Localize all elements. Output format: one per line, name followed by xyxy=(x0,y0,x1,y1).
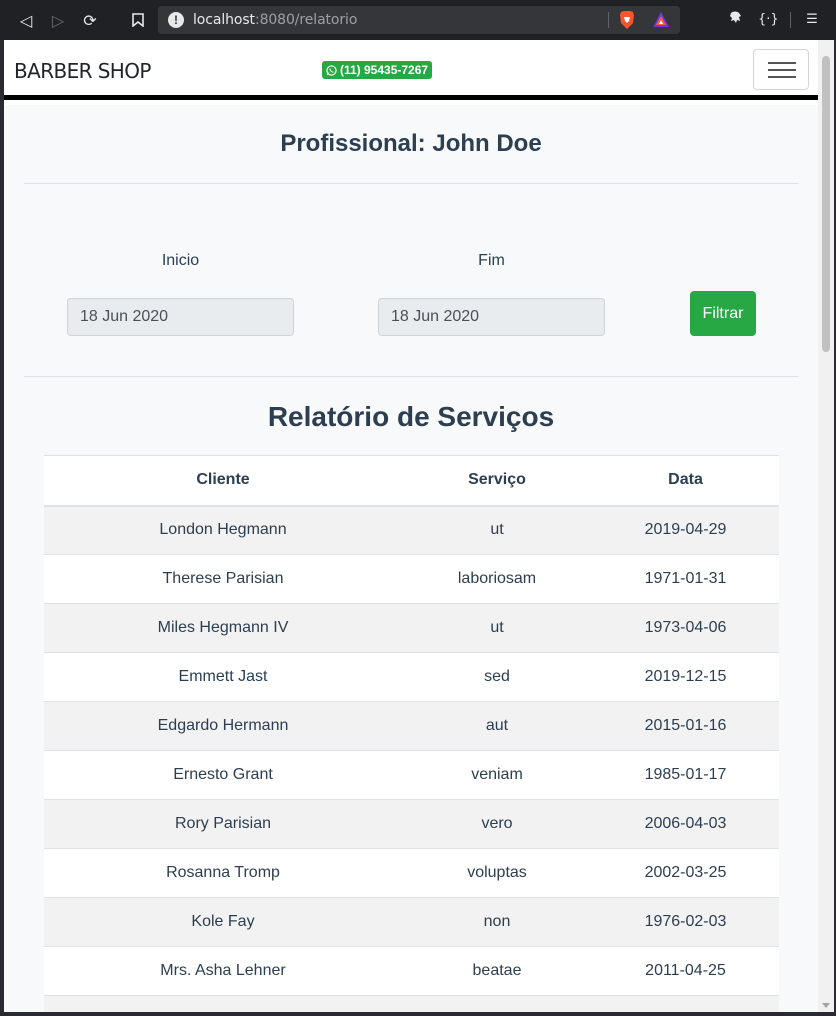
browser-toolbar: ◁ ▷ ⟳ ! localhost:8080/relatorio {·} ☰ xyxy=(0,0,836,40)
table-row: Emmett Jast sed 2019-12-15 xyxy=(44,652,779,702)
cell-data: 2011-04-25 xyxy=(592,946,779,996)
cell-cliente xyxy=(44,995,402,1012)
start-date-label: Inicio xyxy=(161,252,200,269)
table-row xyxy=(44,995,779,1012)
whatsapp-number: (11) 95435-7267 xyxy=(340,63,429,77)
cell-data: 1976-02-03 xyxy=(592,897,779,947)
address-bar[interactable]: ! localhost:8080/relatorio xyxy=(158,6,680,34)
cell-data xyxy=(592,995,779,1012)
main-content: Profissional: John Doe Inicio 18 Jun 202… xyxy=(4,105,818,1012)
cell-cliente: Kole Fay xyxy=(44,897,402,947)
end-date-label: Fim xyxy=(478,252,505,269)
navbar: BARBER SHOP (11) 95435-7267 xyxy=(4,40,818,100)
table-header-row: Cliente Serviço Data xyxy=(44,455,779,507)
cell-data: 2019-12-15 xyxy=(592,652,779,702)
cell-servico: laboriosam xyxy=(402,554,592,604)
bookmark-icon[interactable] xyxy=(126,8,150,32)
cell-data: 1971-01-31 xyxy=(592,554,779,604)
url-divider xyxy=(608,12,609,28)
table-row: Ernesto Grant veniam 1985-01-17 xyxy=(44,750,779,800)
cell-servico: beatae xyxy=(402,946,592,996)
table-row: Rosanna Tromp voluptas 2002-03-25 xyxy=(44,848,779,898)
cell-cliente: Rory Parisian xyxy=(44,799,402,849)
brand-title[interactable]: BARBER SHOP xyxy=(14,59,151,83)
professional-label: Profissional: xyxy=(280,130,426,157)
cell-data: 2019-04-29 xyxy=(592,505,779,555)
start-date-input[interactable]: 18 Jun 2020 xyxy=(67,298,294,336)
cell-cliente: Ernesto Grant xyxy=(44,750,402,800)
cell-servico: ut xyxy=(402,505,592,555)
site-info-icon[interactable]: ! xyxy=(168,12,184,28)
toolbar-divider xyxy=(790,12,791,28)
table-row: Therese Parisian laboriosam 1971-01-31 xyxy=(44,554,779,604)
url-text: localhost:8080/relatorio xyxy=(193,12,358,28)
cell-servico: non xyxy=(402,897,592,947)
cell-servico: aut xyxy=(402,701,592,751)
cell-servico: sed xyxy=(402,652,592,702)
scrollbar-thumb[interactable] xyxy=(822,56,830,352)
cell-cliente: London Hegmann xyxy=(44,505,402,555)
professional-name: John Doe xyxy=(432,130,542,157)
divider xyxy=(24,376,798,377)
cell-servico xyxy=(402,995,592,1012)
forward-icon[interactable]: ▷ xyxy=(46,8,70,32)
whatsapp-icon xyxy=(326,64,337,76)
cell-servico: ut xyxy=(402,603,592,653)
column-header-data: Data xyxy=(592,455,779,507)
back-icon[interactable]: ◁ xyxy=(14,8,38,32)
cell-cliente: Therese Parisian xyxy=(44,554,402,604)
json-extension-icon[interactable]: {·} xyxy=(758,10,779,30)
table-row: Edgardo Hermann aut 2015-01-16 xyxy=(44,701,779,751)
cell-data: 1985-01-17 xyxy=(592,750,779,800)
brave-rewards-icon[interactable] xyxy=(652,11,670,29)
filter-button[interactable]: Filtrar xyxy=(690,291,756,336)
cell-cliente: Emmett Jast xyxy=(44,652,402,702)
scroll-down-arrow-icon[interactable] xyxy=(822,1003,830,1008)
extension-icon[interactable] xyxy=(726,10,746,30)
cell-data: 1973-04-06 xyxy=(592,603,779,653)
divider xyxy=(24,183,798,184)
table-row: Rory Parisian vero 2006-04-03 xyxy=(44,799,779,849)
services-table: Cliente Serviço Data London Hegmann ut 2… xyxy=(44,455,779,1012)
cell-cliente: Rosanna Tromp xyxy=(44,848,402,898)
column-header-cliente: Cliente xyxy=(44,455,402,507)
table-row: Kole Fay non 1976-02-03 xyxy=(44,897,779,947)
reload-icon[interactable]: ⟳ xyxy=(78,8,102,32)
brave-shields-icon[interactable] xyxy=(619,10,635,30)
hamburger-line xyxy=(768,69,796,71)
whatsapp-badge[interactable]: (11) 95435-7267 xyxy=(322,61,433,79)
report-title: Relatório de Serviços xyxy=(267,401,555,432)
cell-cliente: Mrs. Asha Lehner xyxy=(44,946,402,996)
cell-servico: veniam xyxy=(402,750,592,800)
table-row: Miles Hegmann IV ut 1973-04-06 xyxy=(44,603,779,653)
page-scrollbar[interactable] xyxy=(818,40,834,1012)
professional-heading: Profissional: John Doe xyxy=(4,130,818,158)
end-date-input[interactable]: 18 Jun 2020 xyxy=(378,298,605,336)
table-row: London Hegmann ut 2019-04-29 xyxy=(44,505,779,555)
page-viewport: BARBER SHOP (11) 95435-7267 Profissional… xyxy=(4,40,818,1012)
cell-data: 2002-03-25 xyxy=(592,848,779,898)
cell-cliente: Miles Hegmann IV xyxy=(44,603,402,653)
column-header-servico: Serviço xyxy=(402,455,592,507)
menu-icon[interactable]: ☰ xyxy=(802,10,822,30)
hamburger-line xyxy=(768,76,796,78)
hamburger-line xyxy=(768,62,796,64)
cell-servico: voluptas xyxy=(402,848,592,898)
table-row: Mrs. Asha Lehner beatae 2011-04-25 xyxy=(44,946,779,996)
cell-data: 2015-01-16 xyxy=(592,701,779,751)
cell-cliente: Edgardo Hermann xyxy=(44,701,402,751)
cell-data: 2006-04-03 xyxy=(592,799,779,849)
navbar-toggler-button[interactable] xyxy=(753,49,809,90)
cell-servico: vero xyxy=(402,799,592,849)
